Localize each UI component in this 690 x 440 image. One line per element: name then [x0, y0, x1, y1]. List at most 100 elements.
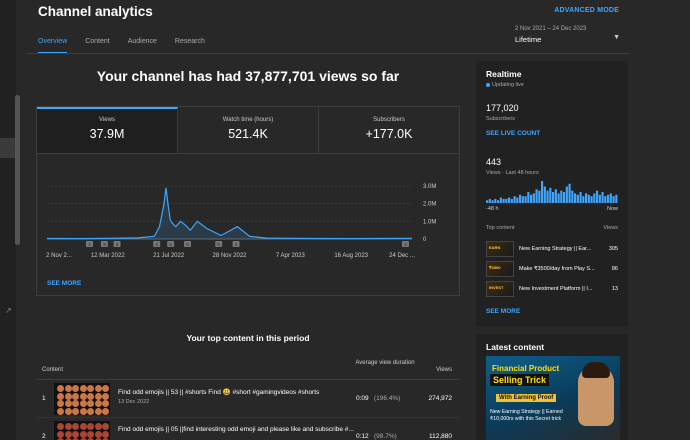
column-views: Views [436, 367, 452, 373]
emoji-icon [94, 423, 102, 430]
realtime-bar [546, 190, 549, 203]
advanced-mode-link[interactable]: ADVANCED MODE [554, 7, 619, 14]
realtime-content-item[interactable]: INVEST New Investment Platform || I... 1… [486, 280, 618, 298]
tab-audience[interactable]: Audience [128, 38, 157, 54]
realtime-bar [527, 192, 530, 203]
thumbnail-line-1: Financial Product [492, 364, 560, 373]
realtime-bar [571, 190, 574, 203]
live-status: Updating live [486, 82, 524, 88]
realtime-bar [513, 196, 516, 203]
y-tick-label: 2.0M [423, 202, 436, 208]
realtime-bar [560, 190, 563, 203]
emoji-icon [64, 400, 72, 407]
top-content-label: Top content [486, 225, 515, 231]
realtime-title: Realtime [486, 69, 522, 79]
header-divider [26, 53, 630, 54]
realtime-bar [491, 200, 494, 203]
realtime-bar [505, 198, 508, 203]
top-content-views-col: Views [603, 225, 618, 231]
realtime-bar [488, 198, 491, 203]
realtime-bar [535, 189, 538, 203]
x-tick-label: 16 Aug 2023 [334, 253, 368, 259]
x-tick-label: 7 Apr 2023 [276, 253, 306, 259]
axis-start-label: -48 h [486, 206, 499, 212]
emoji-icon [64, 385, 72, 392]
video-title[interactable]: Find odd emojis || 53 || #shorts Find 😃 … [118, 388, 358, 396]
column-avg-duration: Average view duration [355, 360, 415, 366]
views-line-chart[interactable]: 3.0M2.0M1.0M04 3 2 4 5 ↻ ↻ 4 22 Nov 2... 12 Mar 2… [37, 155, 459, 277]
emoji-icon [94, 430, 102, 438]
video-views: 112,880 [428, 433, 452, 440]
latest-video-thumbnail[interactable]: Financial Product Selling Trick With Ear… [486, 356, 620, 440]
emoji-icon [79, 385, 87, 392]
video-thumbnail[interactable] [54, 421, 110, 440]
emoji-icon [79, 423, 87, 430]
date-range-selector[interactable]: 2 Nov 2021 – 24 Dec 2023 Lifetime ▼ [515, 26, 620, 44]
content-title[interactable]: New Investment Platform || I... [519, 286, 599, 292]
realtime-bar [486, 200, 489, 203]
content-thumbnail[interactable]: EARN [486, 241, 514, 257]
emoji-icon [57, 392, 64, 400]
emoji-icon [102, 407, 109, 415]
sidebar-scrollbar[interactable] [15, 95, 20, 245]
realtime-bar [593, 193, 596, 203]
tab-overview[interactable]: Overview [38, 38, 68, 54]
video-title[interactable]: Find odd emojis || 05 ||find interesting… [118, 426, 358, 433]
metric-views[interactable]: Views 37.9M [37, 107, 178, 153]
emoji-icon [57, 400, 64, 407]
subscriber-count: 177,020 [486, 103, 519, 113]
tab-content[interactable]: Content [85, 38, 110, 54]
realtime-bar [499, 197, 502, 203]
realtime-bar [587, 194, 590, 203]
emoji-icon [72, 385, 79, 392]
content-thumbnail[interactable]: INVEST [486, 281, 514, 297]
tab-research[interactable]: Research [175, 38, 205, 54]
thumbnail-text: ₹3500 [489, 265, 501, 270]
presenter-face-image [578, 362, 614, 426]
emoji-icon [72, 430, 79, 438]
emoji-icon [87, 392, 94, 400]
realtime-bar [552, 192, 555, 203]
realtime-bar [497, 200, 500, 203]
realtime-content-item[interactable]: ₹3500 Make ₹3500/day from Play S... 86 [486, 260, 618, 278]
x-tick-label: 28 Nov 2022 [212, 253, 247, 259]
content-title[interactable]: Make ₹3500/day from Play S... [519, 266, 599, 272]
chart-see-more-link[interactable]: SEE MORE [47, 280, 81, 287]
table-row[interactable]: 1 Find odd emojis || 53 || #shorts Find … [36, 380, 460, 418]
metric-views-value: 37.9M [89, 127, 125, 141]
emoji-icon [87, 400, 94, 407]
thumbnail-text: EARN [489, 245, 501, 250]
content-title[interactable]: New Earning Strategy || Ear... [519, 246, 599, 252]
realtime-bar [557, 193, 560, 203]
realtime-see-more-link[interactable]: SEE MORE [486, 308, 520, 315]
emoji-icon [94, 385, 102, 392]
emoji-icon [72, 407, 79, 415]
video-thumbnail[interactable] [54, 383, 110, 415]
realtime-bar [598, 194, 601, 203]
emoji-icon [72, 392, 79, 400]
realtime-bar [609, 193, 612, 203]
content-views: 86 [611, 266, 618, 272]
realtime-bar [604, 196, 607, 203]
realtime-content-item[interactable]: EARN New Earning Strategy || Ear... 305 [486, 240, 618, 258]
live-dot-icon [486, 82, 490, 87]
content-thumbnail[interactable]: ₹3500 [486, 261, 514, 277]
metric-views-label: Views [99, 117, 115, 123]
axis-end-label: Now [606, 206, 618, 212]
realtime-bar [582, 196, 585, 203]
metric-subscribers[interactable]: Subscribers +177.0K [319, 107, 459, 153]
see-live-count-link[interactable]: SEE LIVE COUNT [486, 130, 540, 137]
emoji-icon [64, 423, 72, 430]
realtime-bar-chart[interactable] [486, 179, 618, 203]
sidebar-selected-item[interactable] [0, 138, 16, 158]
realtime-bar [565, 186, 568, 203]
emoji-icon [94, 392, 102, 400]
metric-watch-time[interactable]: Watch time (hours) 521.4K [178, 107, 319, 153]
realtime-bar [508, 197, 511, 203]
table-header: Content Average view duration Views [36, 352, 460, 380]
external-link-icon[interactable]: ↗ [5, 306, 13, 315]
realtime-bar [576, 194, 579, 203]
top-content-header: Top content Views [486, 225, 618, 231]
realtime-bar [563, 192, 566, 203]
table-row[interactable]: 2 Find odd emojis || 05 ||find interesti… [36, 418, 460, 440]
